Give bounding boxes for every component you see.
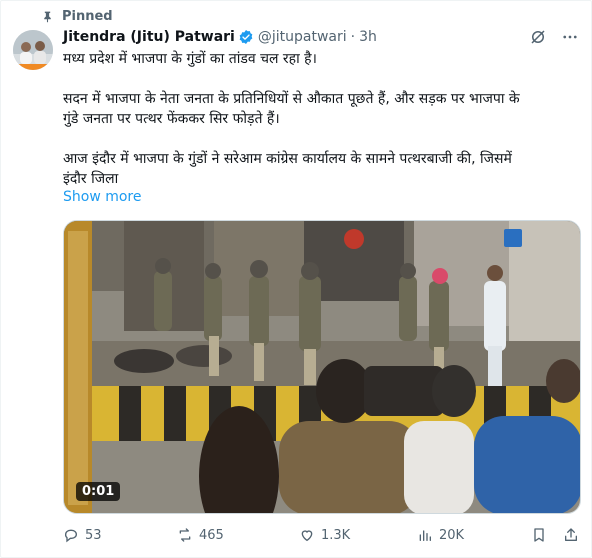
tweet-text: मध्य प्रदेश में भाजपा के गुंडों का तांडव… <box>63 49 573 189</box>
video-frame <box>64 221 580 513</box>
tweet-card[interactable]: Pinned Jitendra (Jitu) Patwari @jitupatw… <box>0 0 592 558</box>
like-count: 1.3K <box>321 527 351 543</box>
video-duration: 0:01 <box>76 482 121 501</box>
share-icon <box>565 528 577 541</box>
views-button[interactable]: 20K <box>417 527 464 543</box>
action-bar: 53 465 1.3K 20K <box>63 527 581 547</box>
show-more-link[interactable]: Show more <box>63 189 142 205</box>
like-icon <box>301 530 313 542</box>
share-button[interactable] <box>563 527 579 543</box>
reply-icon <box>64 529 77 543</box>
pinned-indicator: Pinned <box>41 7 113 25</box>
reply-button[interactable]: 53 <box>63 527 102 543</box>
tweet-header: Jitendra (Jitu) Patwari @jitupatwari · 3… <box>63 27 579 47</box>
header-actions <box>529 28 579 46</box>
repost-button[interactable]: 465 <box>177 527 224 543</box>
pinned-label: Pinned <box>62 8 113 24</box>
tweet-line: गुंडे जनता पर पत्थर फेंककर सिर फोड़ते है… <box>63 111 280 127</box>
tweet-line: सदन में भाजपा के नेता जनता के प्रतिनिधिय… <box>63 91 520 107</box>
views-count: 20K <box>439 527 465 543</box>
tweet-line: इंदौर जिला <box>63 171 119 187</box>
author-name[interactable]: Jitendra (Jitu) Patwari <box>63 29 235 45</box>
more-icon[interactable] <box>561 28 579 46</box>
tweet-time[interactable]: 3h <box>359 29 377 45</box>
repost-count: 465 <box>199 527 224 543</box>
bookmark-icon <box>534 528 544 542</box>
avatar[interactable] <box>13 30 53 70</box>
author-handle[interactable]: @jitupatwari <box>258 29 347 45</box>
separator-dot: · <box>350 29 356 45</box>
like-button[interactable]: 1.3K <box>299 527 350 543</box>
views-icon <box>419 530 431 541</box>
video-player[interactable]: 0:01 <box>63 220 581 514</box>
grok-icon[interactable] <box>529 28 547 46</box>
verified-badge-icon <box>239 30 253 44</box>
bookmark-button[interactable] <box>531 527 547 543</box>
pin-icon <box>44 11 51 22</box>
repost-icon <box>179 528 191 542</box>
tweet-line: मध्य प्रदेश में भाजपा के गुंडों का तांडव… <box>63 51 317 67</box>
reply-count: 53 <box>85 527 102 543</box>
tweet-line: आज इंदौर में भाजपा के गुंडों ने सरेआम का… <box>63 151 512 167</box>
